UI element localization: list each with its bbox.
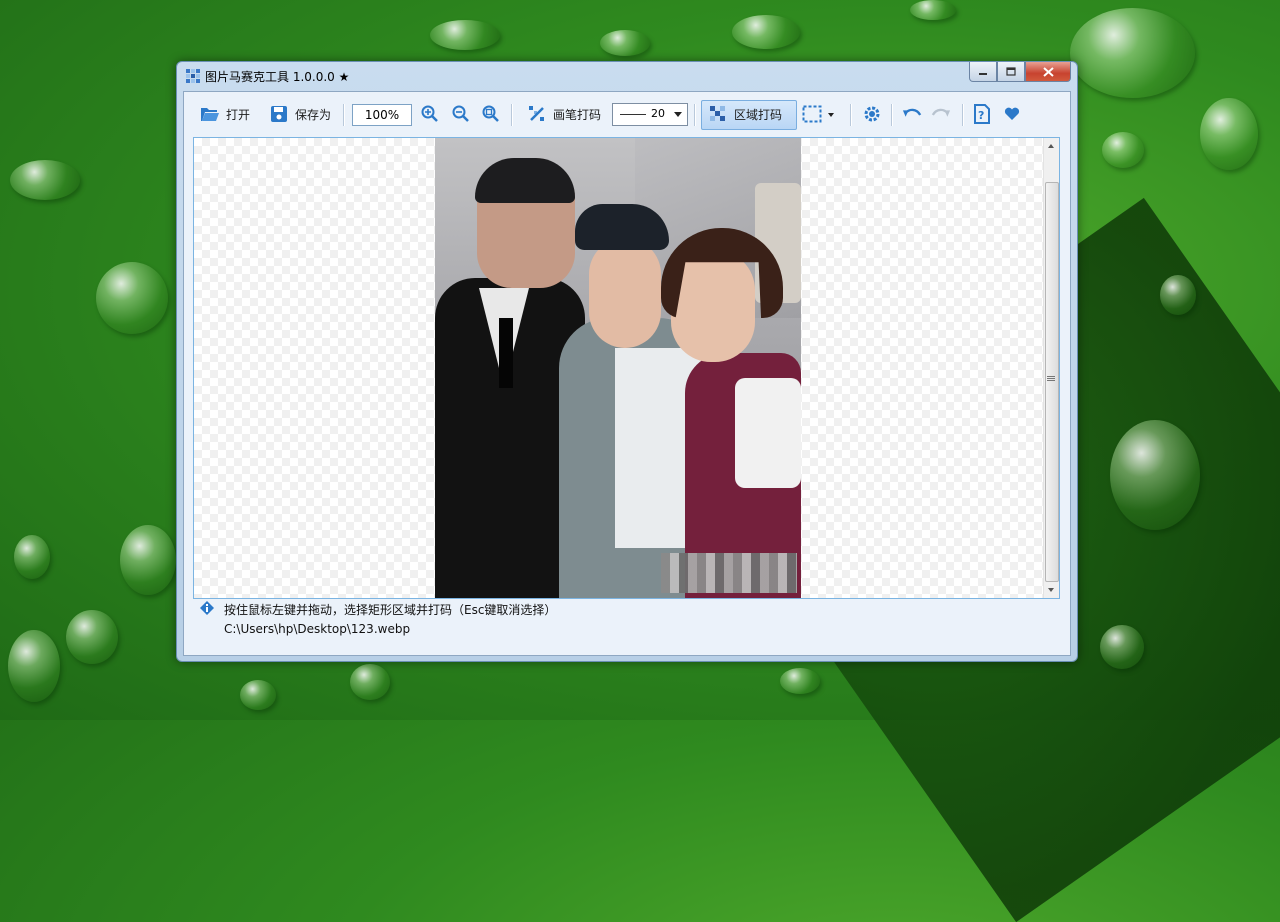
save-as-label: 保存为: [295, 107, 332, 122]
zoom-in-button[interactable]: [420, 102, 440, 126]
maximize-icon: [1006, 67, 1016, 76]
app-window: 图片马赛克工具 1.0.0.0 ★ 打开 保存为 100% 画笔打码 20 区域…: [176, 61, 1078, 662]
zoom-fit-button[interactable]: [481, 102, 501, 126]
chevron-down-icon: [674, 112, 682, 117]
help-icon: ?: [972, 104, 992, 124]
water-drop: [600, 30, 650, 56]
toolbar: 打开 保存为 100% 画笔打码 20 区域打码 ?: [184, 92, 1070, 136]
redo-button[interactable]: [931, 102, 951, 126]
water-drop: [10, 160, 80, 200]
brush-mosaic-button[interactable]: 画笔打码: [527, 102, 601, 126]
save-icon: [269, 104, 289, 124]
region-mosaic-icon: [708, 104, 728, 124]
toolbar-separator: [343, 104, 345, 126]
undo-icon: [902, 104, 922, 124]
caption-buttons: [969, 62, 1071, 82]
scroll-grip-icon: [1047, 376, 1055, 382]
info-icon: [200, 600, 214, 618]
image-canvas[interactable]: [193, 137, 1060, 599]
svg-text:?: ?: [978, 109, 984, 122]
scroll-down-icon[interactable]: [1048, 588, 1054, 592]
toolbar-separator: [891, 104, 893, 126]
line-width-select[interactable]: 20: [612, 103, 688, 126]
selection-dropdown-icon[interactable]: [827, 107, 835, 121]
toolbar-separator: [511, 104, 513, 126]
person-left-hair: [475, 158, 575, 203]
scroll-up-icon[interactable]: [1048, 144, 1054, 148]
vertical-scrollbar[interactable]: [1043, 138, 1059, 598]
region-mosaic-content: 区域打码: [708, 102, 782, 126]
water-drop: [66, 610, 118, 664]
scrollbar-thumb[interactable]: [1045, 182, 1059, 582]
close-button[interactable]: [1025, 62, 1071, 82]
water-drop: [240, 680, 276, 710]
heart-icon: [1002, 104, 1022, 124]
water-drop: [1200, 98, 1258, 170]
selection-icon: [802, 104, 822, 124]
water-drop: [780, 668, 820, 694]
brush-mosaic-label: 画笔打码: [553, 107, 602, 122]
water-drop: [430, 20, 500, 50]
person-left-tie: [499, 318, 513, 388]
open-label: 打开: [226, 107, 251, 122]
person-middle-cap: [575, 204, 669, 250]
person-right-shirt: [735, 378, 801, 488]
brush-icon: [527, 104, 547, 124]
selection-shape-button[interactable]: [802, 102, 835, 126]
toolbar-separator: [694, 104, 696, 126]
zoom-level-field[interactable]: 100%: [352, 104, 412, 126]
water-drop: [1100, 625, 1144, 669]
zoom-out-icon: [451, 104, 471, 124]
toolbar-separator: [850, 104, 852, 126]
water-drop: [96, 262, 168, 334]
minimize-button[interactable]: [969, 62, 997, 82]
favorite-button[interactable]: [1002, 102, 1022, 126]
water-drop: [14, 535, 50, 579]
folder-open-icon: [200, 104, 220, 124]
loaded-photo[interactable]: [435, 138, 801, 598]
minimize-icon: [979, 72, 987, 75]
status-hint-text: 按住鼠标左键并拖动，选择矩形区域并打码（Esc键取消选择）: [224, 602, 557, 617]
zoom-in-icon: [420, 104, 440, 124]
file-path: C:\Users\hp\Desktop\123.webp: [224, 622, 411, 636]
water-drop: [732, 15, 800, 49]
line-width-value: 20: [651, 107, 665, 120]
redo-icon: [931, 104, 951, 124]
app-icon: [186, 69, 200, 83]
person-middle-face: [589, 238, 661, 348]
zoom-out-button[interactable]: [451, 102, 471, 126]
region-mosaic-label: 区域打码: [734, 107, 783, 122]
status-hint: 按住鼠标左键并拖动，选择矩形区域并打码（Esc键取消选择）: [200, 600, 556, 618]
water-drop: [8, 630, 60, 702]
maximize-button[interactable]: [997, 62, 1025, 82]
settings-button[interactable]: [862, 102, 882, 126]
undo-button[interactable]: [902, 102, 922, 126]
water-drop: [120, 525, 176, 595]
water-drop: [1110, 420, 1200, 530]
open-button[interactable]: 打开: [200, 102, 250, 126]
close-icon: [1042, 66, 1054, 77]
water-drop: [1102, 132, 1144, 168]
toolbar-separator: [962, 104, 964, 126]
mosaic-region: [661, 553, 797, 593]
settings-icon: [862, 104, 882, 124]
window-title: 图片马赛克工具 1.0.0.0 ★: [205, 70, 350, 84]
zoom-fit-icon: [481, 104, 501, 124]
save-as-button[interactable]: 保存为: [269, 102, 331, 126]
water-drop: [350, 664, 390, 700]
help-button[interactable]: ?: [972, 102, 992, 126]
title-bar[interactable]: 图片马赛克工具 1.0.0.0 ★: [177, 62, 1077, 90]
client-area: 打开 保存为 100% 画笔打码 20 区域打码 ? 按住鼠标左键并拖动，选择矩…: [183, 91, 1071, 656]
water-drop: [1160, 275, 1196, 315]
line-width-preview: [620, 114, 646, 115]
water-drop: [910, 0, 956, 20]
water-drop: [1070, 8, 1195, 98]
